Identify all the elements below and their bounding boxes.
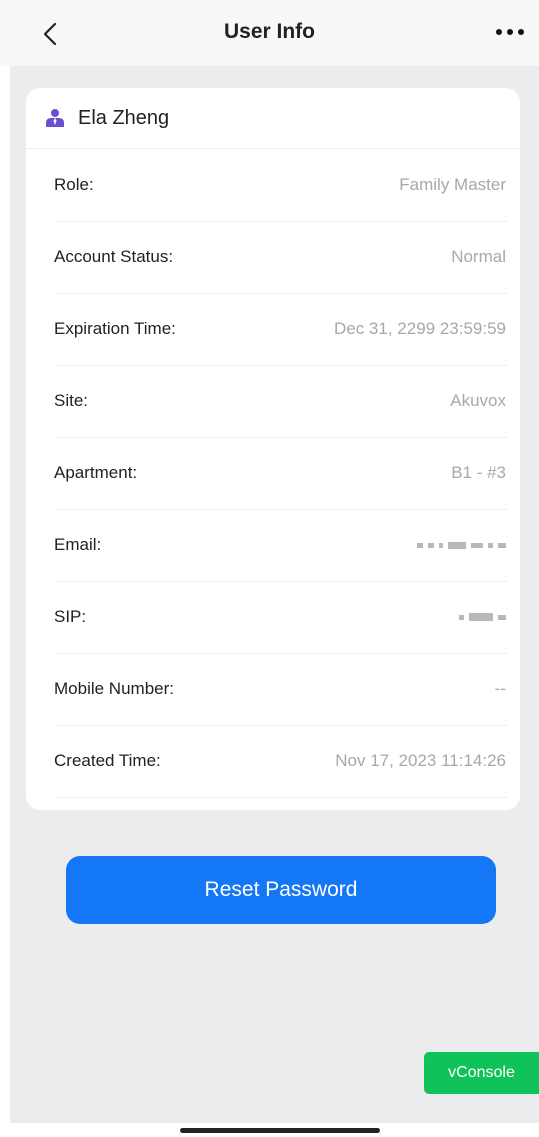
more-button[interactable]: [490, 18, 530, 46]
more-horizontal-icon: [518, 29, 524, 35]
sip-value-redacted: [459, 613, 508, 621]
user-info-screen: User Info Ela Zheng Role: Family Master …: [0, 0, 539, 1137]
role-row: Role: Family Master: [54, 149, 508, 222]
email-value-redacted: [417, 541, 508, 549]
mobile-number-label: Mobile Number:: [54, 679, 174, 698]
created-time-row: Created Time: Nov 17, 2023 11:14:26: [54, 725, 508, 798]
account-status-label: Account Status:: [54, 247, 174, 266]
expiration-time-row: Expiration Time: Dec 31, 2299 23:59:59: [54, 293, 508, 366]
apartment-label: Apartment:: [54, 463, 138, 482]
user-icon: [44, 107, 66, 129]
apartment-value: B1 - #3: [451, 463, 506, 482]
site-value: Akuvox: [450, 391, 506, 410]
content-area: Ela Zheng Role: Family Master Account St…: [10, 66, 539, 1123]
created-time-value: Nov 17, 2023 11:14:26: [335, 751, 506, 770]
vconsole-button[interactable]: vConsole: [424, 1052, 539, 1094]
account-status-row: Account Status: Normal: [54, 221, 508, 294]
apartment-row: Apartment: B1 - #3: [54, 437, 508, 510]
more-horizontal-icon: [507, 29, 513, 35]
user-info-card: Ela Zheng Role: Family Master Account St…: [26, 88, 520, 810]
user-header: Ela Zheng: [26, 88, 520, 149]
email-label: Email:: [54, 535, 102, 554]
mobile-number-value: --: [494, 679, 506, 698]
reset-password-button[interactable]: Reset Password: [66, 856, 496, 924]
navbar: User Info: [0, 0, 539, 66]
account-status-value: Normal: [451, 247, 506, 266]
role-label: Role:: [54, 175, 94, 194]
email-row: Email:: [54, 509, 508, 582]
page-title: User Info: [223, 20, 315, 43]
mobile-number-row: Mobile Number: --: [54, 653, 508, 726]
more-horizontal-icon: [496, 29, 502, 35]
role-value: Family Master: [399, 175, 506, 194]
site-row: Site: Akuvox: [54, 365, 508, 438]
sip-label: SIP:: [54, 607, 87, 626]
created-time-label: Created Time:: [54, 751, 161, 770]
expiration-time-label: Expiration Time:: [54, 319, 176, 338]
home-indicator: [180, 1128, 380, 1133]
user-name: Ela Zheng: [78, 106, 170, 129]
expiration-time-value: Dec 31, 2299 23:59:59: [333, 319, 506, 338]
site-label: Site:: [54, 391, 89, 410]
sip-row: SIP:: [54, 581, 508, 654]
